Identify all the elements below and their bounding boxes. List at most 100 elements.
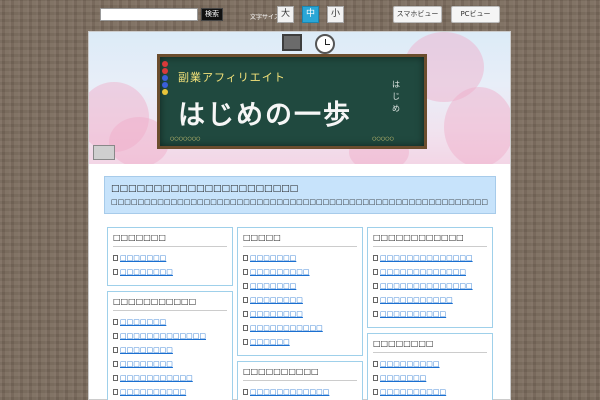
widget-box: □□□□□□□□ □□□□□□□□□ □□□□□□□ □□□□□□□□□□ — [367, 333, 493, 400]
widget-link[interactable]: □□□□□□□□□□□ — [250, 324, 323, 332]
header-banner[interactable]: 副業アフィリエイト はじめの一歩 は じ め ○○○○○○○ ○○○○○ — [89, 32, 510, 164]
widget-link[interactable]: □□□□□□□□□□ — [380, 388, 446, 396]
widget-box: □□□□□□□□□□□□ □□□□□□□□□□□□□□ □□□□□□□□□□□□… — [367, 227, 493, 328]
list-item[interactable]: □□□□□□ — [243, 335, 357, 349]
list-item[interactable]: □□□□□□□ — [113, 315, 227, 329]
document-icon — [113, 375, 118, 381]
magnet-icon — [162, 82, 168, 88]
chalk-footer-right: ○○○○○ — [372, 136, 394, 142]
list-item[interactable]: □□□□□□□□□□ — [373, 307, 487, 321]
list-item[interactable]: □□□□□□□□ — [113, 357, 227, 371]
blossom-decoration — [444, 87, 510, 164]
list-item[interactable]: □□□□□□□□□□ — [113, 385, 227, 399]
list-item[interactable]: □□□□□□□□□□□ — [373, 293, 487, 307]
list-item[interactable]: □□□□□□□□□ — [243, 265, 357, 279]
list-item[interactable]: □□□□□□□□□□□ — [243, 321, 357, 335]
main-container: 副業アフィリエイト はじめの一歩 は じ め ○○○○○○○ ○○○○○ □□□… — [88, 31, 511, 400]
document-icon — [113, 389, 118, 395]
list-item[interactable]: □□□□□□□ — [243, 251, 357, 265]
magnet-icons — [162, 61, 170, 96]
list-item[interactable]: □□□□□□□□□□□□ — [243, 385, 357, 399]
document-icon — [113, 361, 118, 367]
list-item[interactable]: □□□□□□□□□□□ — [113, 371, 227, 385]
document-icon — [243, 297, 248, 303]
top-toolbar: 検索 文字サイズ→ 大 中 小 スマホビュー PCビュー — [0, 0, 600, 30]
site-title: はじめの一歩 — [178, 100, 352, 131]
widget-link[interactable]: □□□□□□□ — [120, 254, 166, 262]
widget-link[interactable]: □□□□□□□ — [120, 318, 166, 326]
widget-title: □□□□□□□□□□□□ — [373, 233, 487, 247]
document-icon — [113, 255, 118, 261]
widget-link[interactable]: □□□□□□□□□□□□□□ — [380, 282, 473, 290]
list-item[interactable]: □□□□□□□□□□□□□ — [373, 265, 487, 279]
font-size-large-button[interactable]: 大 — [277, 6, 294, 23]
smartphone-view-button[interactable]: スマホビュー — [393, 6, 442, 23]
widget-title: □□□□□□□ — [113, 233, 227, 247]
font-size-small-button[interactable]: 小 — [327, 6, 344, 23]
magnet-icon — [162, 61, 168, 67]
document-icon — [243, 311, 248, 317]
widget-link[interactable]: □□□□□□□□ — [250, 296, 303, 304]
intro-title: □□□□□□□□□□□□□□□□□□□□□□ — [111, 184, 299, 194]
document-icon — [373, 389, 378, 395]
list-item[interactable]: □□□□□□□□ — [243, 293, 357, 307]
document-icon — [373, 361, 378, 367]
chalk-side-text: は じ め — [392, 80, 400, 113]
widget-link[interactable]: □□□□□□□□□□□□□□ — [380, 254, 473, 262]
list-item[interactable]: □□□□□□□ — [373, 371, 487, 385]
chalk-footer-left: ○○○○○○○ — [170, 136, 201, 142]
search-input[interactable] — [100, 8, 198, 21]
widget-title: □□□□□□□□□□□ — [113, 297, 227, 311]
widget-box: □□□□□□□ □□□□□□□ □□□□□□□□ — [107, 227, 233, 286]
widget-link[interactable]: □□□□□□□ — [380, 374, 426, 382]
document-icon — [373, 255, 378, 261]
magnet-icon — [162, 68, 168, 74]
list-item[interactable]: □□□□□□□□□□□□□□ — [373, 279, 487, 293]
widget-link[interactable]: □□□□□□□□□ — [380, 360, 440, 368]
document-icon — [243, 269, 248, 275]
document-icon — [113, 319, 118, 325]
widget-link[interactable]: □□□□□□□□ — [120, 268, 173, 276]
widget-title: □□□□□□□□□□ — [243, 367, 357, 381]
widget-link[interactable]: □□□□□□□□□□ — [120, 388, 186, 396]
document-icon — [243, 325, 248, 331]
document-icon — [113, 333, 118, 339]
widget-title: □□□□□□□□ — [373, 339, 487, 353]
widget-link[interactable]: □□□□□□□□□ — [250, 268, 310, 276]
list-item[interactable]: □□□□□□□□ — [113, 265, 227, 279]
list-item[interactable]: □□□□□□□ — [113, 251, 227, 265]
font-size-medium-button[interactable]: 中 — [302, 6, 319, 23]
document-icon — [243, 389, 248, 395]
list-item[interactable]: □□□□□□□ — [243, 279, 357, 293]
site-subtitle: 副業アフィリエイト — [178, 71, 286, 84]
widget-link[interactable]: □□□□□□□□□□□□□ — [120, 332, 206, 340]
list-item[interactable]: □□□□□□□□□□ — [373, 385, 487, 399]
list-item[interactable]: □□□□□□□□ — [243, 307, 357, 321]
widget-link[interactable]: □□□□□□□□□□□ — [380, 296, 453, 304]
list-item[interactable]: □□□□□□□□□□□□□ — [113, 329, 227, 343]
widget-box: □□□□□□□□□□□ □□□□□□□ □□□□□□□□□□□□□ □□□□□□… — [107, 291, 233, 400]
widget-link[interactable]: □□□□□□□□□□□ — [120, 374, 193, 382]
widget-link[interactable]: □□□□□□□□□□□□ — [250, 388, 329, 396]
widget-link[interactable]: □□□□□□□□ — [120, 360, 173, 368]
widget-box: □□□□□□□□□□ □□□□□□□□□□□□ — [237, 361, 363, 400]
widget-link[interactable]: □□□□□□ — [250, 338, 290, 346]
list-item[interactable]: □□□□□□□□□ — [373, 357, 487, 371]
widget-link[interactable]: □□□□□□□□ — [250, 310, 303, 318]
document-icon — [243, 339, 248, 345]
document-icon — [113, 347, 118, 353]
magnet-icon — [162, 89, 168, 95]
clock-icon — [315, 34, 335, 54]
pc-view-button[interactable]: PCビュー — [451, 6, 500, 23]
search-button[interactable]: 検索 — [201, 8, 223, 21]
document-icon — [113, 269, 118, 275]
widget-link[interactable]: □□□□□□□□□□□□□ — [380, 268, 466, 276]
widget-link[interactable]: □□□□□□□□ — [120, 346, 173, 354]
widget-link[interactable]: □□□□□□□□□□ — [380, 310, 446, 318]
list-item[interactable]: □□□□□□□□ — [113, 343, 227, 357]
list-item[interactable]: □□□□□□□□□□□□□□ — [373, 251, 487, 265]
document-icon — [373, 375, 378, 381]
intro-box: □□□□□□□□□□□□□□□□□□□□□□ □□□□□□□□□□□□□□□□□… — [104, 176, 496, 214]
widget-link[interactable]: □□□□□□□ — [250, 282, 296, 290]
widget-link[interactable]: □□□□□□□ — [250, 254, 296, 262]
